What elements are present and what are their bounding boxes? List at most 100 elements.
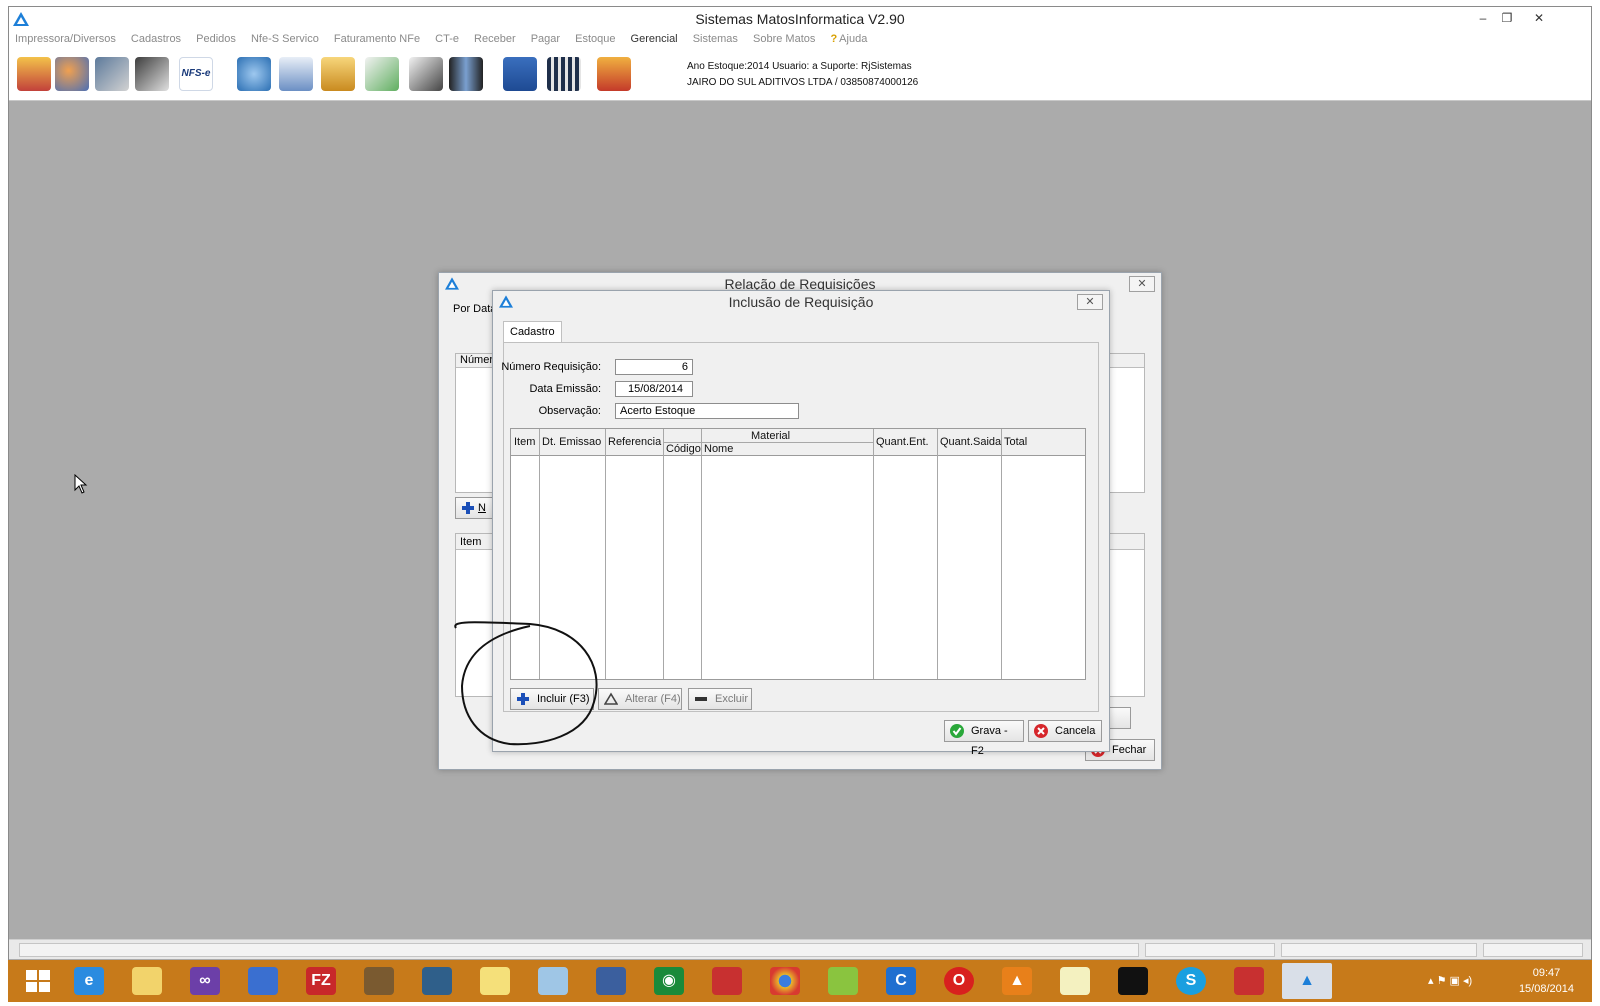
excluir-button[interactable]: Excluir [688,688,752,710]
red-app-icon [712,967,742,995]
menu-sobre-matos[interactable]: Sobre Matos [747,31,821,47]
toolbar: NFS-e Ano Estoque:2014 Usuario: a Suport… [9,51,1591,101]
tab-cadastro[interactable]: Cadastro [503,321,562,343]
elephant-icon [422,967,452,995]
supplier-icon[interactable] [95,57,129,91]
taskbar-chrome[interactable] [760,963,810,999]
menu-nfe-s-servico[interactable]: Nfe-S Servico [245,31,325,47]
taskbar-skype[interactable]: S [1166,963,1216,999]
menu-gerencial[interactable]: Gerencial [625,31,684,47]
clients-icon[interactable] [55,57,89,91]
ie-icon: e [74,967,104,995]
support-icon[interactable] [237,57,271,91]
col-header-referencia[interactable]: Referencia [608,436,661,448]
taskbar-tool[interactable] [354,963,404,999]
back-window-close-button[interactable]: ✕ [1129,276,1155,292]
windows-logo-icon [26,970,50,992]
book-icon [538,967,568,995]
col-header-nome[interactable]: Nome [704,443,733,455]
col-header-total[interactable]: Total [1004,436,1027,448]
taskbar-reader[interactable] [528,963,578,999]
minimize-button[interactable]: – [1471,9,1495,27]
col-header-quant-saida[interactable]: Quant.Saida [940,436,1001,448]
taskbar-android[interactable] [818,963,868,999]
col-header-quant-ent[interactable]: Quant.Ent. [876,436,929,448]
printer-icon[interactable] [135,57,169,91]
menu-cadastros[interactable]: Cadastros [125,31,187,47]
boxes-icon[interactable] [321,57,355,91]
col-header-codigo[interactable]: Código [666,443,701,455]
sticky-notes-icon [480,967,510,995]
taskbar-viewer[interactable]: ◉ [644,963,694,999]
taskbar-vlc[interactable]: ▲ [992,963,1042,999]
check-circle-icon [950,724,964,738]
gift-icon[interactable] [17,57,51,91]
taskbar-matos-active[interactable]: ▲ [1282,963,1332,999]
chrome-icon [770,967,800,995]
col-header-material[interactable]: Material [751,430,790,442]
menu-faturamento-nfe[interactable]: Faturamento NFe [328,31,426,47]
clock[interactable]: 09:47 15/08/2014 [1519,965,1574,997]
mail-icon[interactable] [365,57,399,91]
taskbar-explorer[interactable] [122,963,172,999]
start-button[interactable] [14,963,64,999]
menu-estoque[interactable]: Estoque [569,31,621,47]
menu-ct-e[interactable]: CT-e [429,31,465,47]
menu-pagar[interactable]: Pagar [525,31,566,47]
menu-impressora[interactable]: Impressora/Diversos [9,31,122,47]
cone-icon: ▲ [1002,967,1032,995]
taskbar-visual-studio[interactable]: ∞ [180,963,230,999]
tab-por-data[interactable]: Por Data [453,303,496,315]
taskbar-notes[interactable] [470,963,520,999]
checklist-icon[interactable] [409,57,443,91]
cancela-button[interactable]: Cancela [1028,720,1102,742]
taskbar-cmd[interactable] [1108,963,1158,999]
toolbox-icon [364,967,394,995]
menu-ajuda[interactable]: ? Ajuda [824,31,873,47]
col-header-item[interactable]: Item [514,436,535,448]
exit-door-icon[interactable] [597,57,631,91]
document-edit-icon[interactable] [279,57,313,91]
nfs-e-icon[interactable]: NFS-e [179,57,213,91]
numero-requisicao-field[interactable]: 6 [615,359,693,375]
title-bar: Sistemas MatosInformatica V2.90 – ❐ ✕ [9,7,1591,31]
close-button[interactable]: ✕ [1527,9,1551,27]
system-info: Ano Estoque:2014 Usuario: a Suporte: RjS… [687,61,919,88]
menu-bar: Impressora/Diversos Cadastros Pedidos Nf… [9,31,1591,51]
col-header-dt-emissao[interactable]: Dt. Emissao [542,436,601,448]
restore-button[interactable]: ❐ [1495,9,1519,27]
taskbar-ie[interactable]: e [64,963,114,999]
dialog-title: Inclusão de Requisição [728,294,874,310]
red-app-2-icon [1234,967,1264,995]
dialog-close-button[interactable]: ✕ [1077,294,1103,310]
taskbar-charts[interactable] [1050,963,1100,999]
eye-icon: ◉ [654,967,684,995]
skype-icon: S [1176,967,1206,995]
taskbar-filezilla[interactable]: FZ [296,963,346,999]
taskbar-thunderbird[interactable] [586,963,636,999]
matos-logo-icon: ▲ [1299,972,1315,989]
data-emissao-field[interactable]: 15/08/2014 [615,381,693,397]
observacao-field[interactable]: Acerto Estoque [615,403,799,419]
sync-icon: C [886,967,916,995]
save-disk-icon[interactable] [503,57,537,91]
folder-icon [132,967,162,995]
tray-icons[interactable]: ▴ ⚑ ▣ ◂) [1428,974,1472,987]
menu-receber[interactable]: Receber [468,31,522,47]
calculator-icon[interactable] [547,57,581,91]
menu-sistemas[interactable]: Sistemas [687,31,744,47]
grava-button[interactable]: Grava - F2 [944,720,1024,757]
taskbar-app-red-2[interactable] [1224,963,1274,999]
taskbar-opera[interactable]: O [934,963,984,999]
opera-icon: O [944,967,974,995]
taskbar-app-red[interactable] [702,963,752,999]
taskbar-sync[interactable]: C [876,963,926,999]
taskbar-postgres[interactable] [412,963,462,999]
data-emissao-label: Data Emissão: [529,383,601,395]
menu-pedidos[interactable]: Pedidos [190,31,242,47]
status-pane-4 [1483,943,1583,957]
alterar-button[interactable]: Alterar (F4) [598,688,682,710]
tools-icon[interactable] [449,57,483,91]
mail-client-icon [596,967,626,995]
taskbar-remote[interactable] [238,963,288,999]
